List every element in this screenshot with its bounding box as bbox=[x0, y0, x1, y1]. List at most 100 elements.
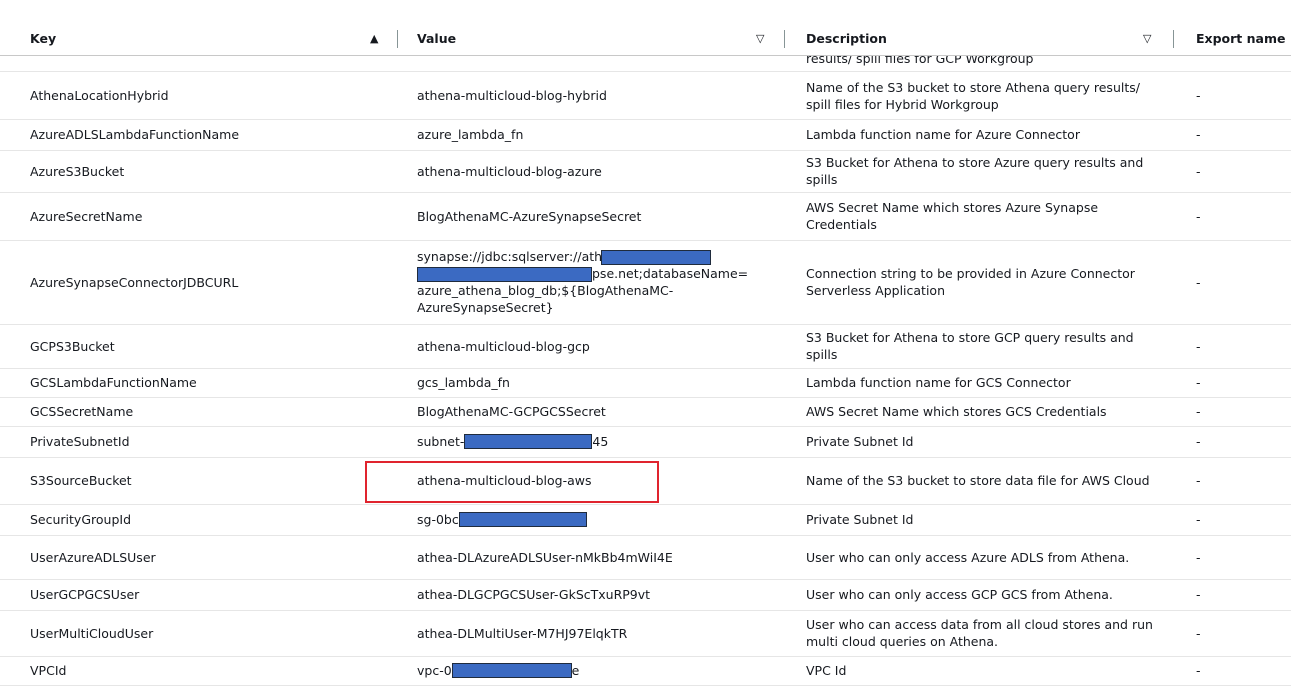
row-description: VPC Id bbox=[806, 663, 847, 678]
row-export: - bbox=[1196, 587, 1201, 602]
row-key: PrivateSubnetId bbox=[30, 434, 130, 449]
table-row: UserMultiCloudUser athea-DLMultiUser-M7H… bbox=[0, 610, 1291, 657]
table-row: GCPS3Bucket athena-multicloud-blog-gcp S… bbox=[0, 324, 1291, 369]
row-value: gcs_lambda_fn bbox=[417, 375, 510, 390]
row-value-prefix: sg-0bc bbox=[417, 512, 459, 527]
table-row: VPCId vpc-0 e VPC Id - bbox=[0, 656, 1291, 686]
row-value: BlogAthenaMC-AzureSynapseSecret bbox=[417, 208, 642, 224]
table-row: AzureSecretName BlogAthenaMC-AzureSynaps… bbox=[0, 192, 1291, 241]
row-description: Connection string to be provided in Azur… bbox=[806, 266, 1135, 298]
row-description: Lambda function name for GCS Connector bbox=[806, 375, 1071, 390]
column-header-export[interactable]: Export name bbox=[1196, 22, 1291, 55]
row-export: - bbox=[1196, 404, 1201, 419]
row-description: Private Subnet Id bbox=[806, 434, 914, 449]
row-key: GCPS3Bucket bbox=[30, 338, 115, 354]
table-row: PrivateSubnetId subnet- 45 Private Subnet… bbox=[0, 426, 1291, 458]
row-description: User who can only access GCP GCS from At… bbox=[806, 587, 1113, 602]
row-description: Name of the S3 bucket to store Athena qu… bbox=[806, 79, 1140, 112]
redaction-block bbox=[464, 434, 593, 449]
column-header-key-label: Key bbox=[30, 31, 57, 46]
highlight-box bbox=[365, 461, 659, 503]
row-value: athena-multicloud-blog-gcp bbox=[417, 338, 590, 354]
row-key: SecurityGroupId bbox=[30, 512, 132, 527]
table-header: Key ▲ Value ▽ Description ▽ Export name bbox=[0, 22, 1291, 56]
row-description: Lambda function name for Azure Connector bbox=[806, 127, 1080, 142]
table-row: GCSLambdaFunctionName gcs_lambda_fn Lamb… bbox=[0, 368, 1291, 398]
row-export: - bbox=[1196, 88, 1201, 103]
sort-descending-icon[interactable]: ▽ bbox=[1143, 32, 1151, 45]
row-key: AthenaLocationHybrid bbox=[30, 88, 169, 103]
row-value: athea-DLMultiUser-M7HJ97ElqkTR bbox=[417, 625, 628, 641]
column-header-description-label: Description bbox=[806, 31, 887, 46]
row-export: - bbox=[1196, 274, 1201, 290]
row-export: - bbox=[1196, 473, 1201, 488]
table-row-partial: results/ spill files for GCP Workgroup bbox=[0, 55, 1291, 72]
row-value-line: AzureSynapseSecret} bbox=[417, 300, 554, 315]
row-value-suffix: e bbox=[571, 663, 580, 678]
table-row: UserAzureADLSUser athea-DLAzureADLSUser-… bbox=[0, 535, 1291, 580]
column-divider[interactable] bbox=[784, 30, 785, 48]
sort-descending-icon[interactable]: ▽ bbox=[756, 32, 764, 45]
row-value: athena-multicloud-blog-hybrid bbox=[417, 88, 607, 103]
row-description: User who can only access Azure ADLS from… bbox=[806, 549, 1130, 565]
column-header-description[interactable]: Description ▽ bbox=[806, 22, 1176, 55]
sort-ascending-icon[interactable]: ▲ bbox=[370, 32, 378, 45]
row-export: - bbox=[1196, 625, 1201, 641]
table-row: SecurityGroupId sg-0bc Private Subnet Id… bbox=[0, 504, 1291, 536]
row-export: - bbox=[1196, 338, 1201, 354]
row-export: - bbox=[1196, 208, 1201, 224]
redaction-block bbox=[451, 663, 572, 678]
row-key: AzureADLSLambdaFunctionName bbox=[30, 127, 240, 142]
row-value: synapse://jdbc:sqlserver://ath pse.net;d… bbox=[417, 240, 777, 324]
row-key: GCSSecretName bbox=[30, 404, 134, 419]
row-value-line: synapse://jdbc:sqlserver://ath bbox=[417, 249, 603, 264]
redaction-block bbox=[601, 250, 712, 265]
row-value: vpc-0 e bbox=[417, 656, 777, 685]
row-description: S3 Bucket for Athena to store GCP query … bbox=[806, 330, 1134, 362]
row-key: AzureS3Bucket bbox=[30, 163, 125, 179]
row-value-line: pse.net;databaseName= bbox=[592, 266, 749, 281]
row-key: GCSLambdaFunctionName bbox=[30, 375, 197, 390]
row-description: User who can access data from all cloud … bbox=[806, 617, 1153, 649]
row-description: S3 Bucket for Athena to store Azure quer… bbox=[806, 155, 1144, 187]
row-key: UserAzureADLSUser bbox=[30, 549, 156, 565]
row-export: - bbox=[1196, 375, 1201, 390]
row-key: UserMultiCloudUser bbox=[30, 625, 154, 641]
row-value: sg-0bc bbox=[417, 504, 777, 535]
table-row: AzureSynapseConnectorJDBCURL synapse://j… bbox=[0, 240, 1291, 325]
row-export: - bbox=[1196, 549, 1201, 565]
row-export: - bbox=[1196, 512, 1201, 527]
column-header-value-label: Value bbox=[417, 31, 457, 46]
row-value: athea-DLAzureADLSUser-nMkBb4mWiI4E bbox=[417, 549, 673, 565]
column-divider[interactable] bbox=[1173, 30, 1174, 48]
row-value-line: azure_athena_blog_db;${BlogAthenaMC- bbox=[417, 283, 674, 298]
column-header-value[interactable]: Value ▽ bbox=[417, 22, 787, 55]
column-header-export-label: Export name bbox=[1196, 31, 1286, 46]
row-key: S3SourceBucket bbox=[30, 473, 132, 488]
table-row: GCSSecretName BlogAthenaMC-GCPGCSSecret … bbox=[0, 397, 1291, 427]
row-value-suffix: 45 bbox=[592, 434, 609, 449]
redaction-block bbox=[458, 512, 587, 527]
table-row: AthenaLocationHybrid athena-multicloud-b… bbox=[0, 72, 1291, 120]
row-export: - bbox=[1196, 663, 1201, 678]
row-value: athea-DLGCPGCSUser-GkScTxuRP9vt bbox=[417, 587, 651, 602]
row-key: AzureSecretName bbox=[30, 208, 143, 224]
row-export: - bbox=[1196, 434, 1201, 449]
table-row: AzureS3Bucket athena-multicloud-blog-azu… bbox=[0, 150, 1291, 193]
row-value: athena-multicloud-blog-azure bbox=[417, 163, 602, 179]
row-value: azure_lambda_fn bbox=[417, 127, 524, 142]
column-header-key[interactable]: Key ▲ bbox=[30, 22, 400, 55]
row-description: Name of the S3 bucket to store data file… bbox=[806, 473, 1150, 488]
row-value: subnet- 45 bbox=[417, 426, 777, 457]
row-value: BlogAthenaMC-GCPGCSSecret bbox=[417, 404, 606, 419]
redaction-block bbox=[417, 267, 592, 282]
row-key: VPCId bbox=[30, 663, 67, 678]
partial-row-description: results/ spill files for GCP Workgroup bbox=[806, 55, 1034, 66]
row-description: AWS Secret Name which stores Azure Synap… bbox=[806, 200, 1099, 232]
table-row: AzureADLSLambdaFunctionName azure_lambda… bbox=[0, 119, 1291, 151]
column-divider[interactable] bbox=[397, 30, 398, 48]
row-value-prefix: vpc-0 bbox=[417, 663, 452, 678]
row-key: UserGCPGCSUser bbox=[30, 587, 140, 602]
row-value-prefix: subnet- bbox=[417, 434, 465, 449]
row-description: AWS Secret Name which stores GCS Credent… bbox=[806, 404, 1107, 419]
